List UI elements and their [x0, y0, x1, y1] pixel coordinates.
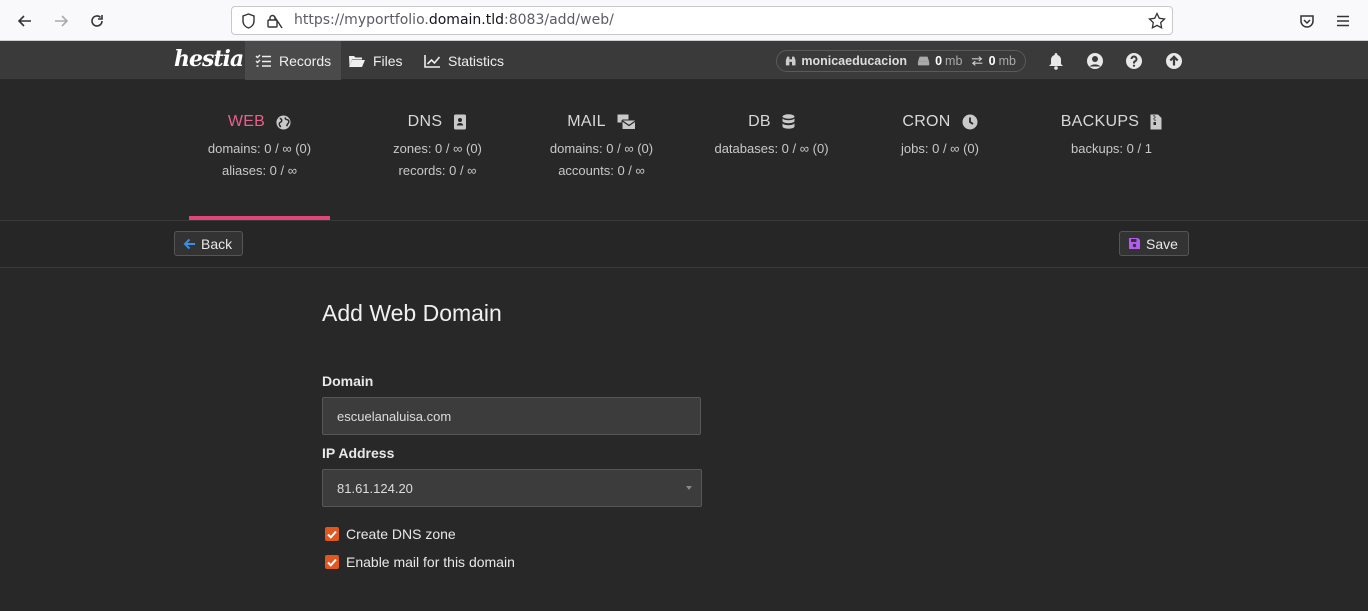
tab-cron-title: CRON: [902, 113, 951, 130]
url-suffix: :8083/add/web/: [504, 12, 614, 28]
arrow-left-icon: [17, 15, 31, 27]
list-check-icon: [255, 54, 271, 67]
hestia-logo[interactable]: hestia: [174, 46, 244, 72]
folder-open-icon: [349, 55, 365, 67]
pocket-icon: [1300, 15, 1314, 28]
create-dns-zone-option[interactable]: Create DNS zone: [325, 526, 456, 542]
database-icon: [782, 114, 795, 129]
tab-backups-title: BACKUPS: [1060, 113, 1140, 130]
tab-web-title: WEB: [227, 113, 266, 130]
enable-mail-label: Enable mail for this domain: [346, 554, 515, 570]
top-navigation: hestia Records Files Statistics monicaed…: [0, 41, 1368, 80]
nav-files[interactable]: Files: [338, 41, 413, 80]
bandwidth-usage-value: 0: [988, 54, 996, 68]
question-circle-icon: [1126, 53, 1142, 69]
active-tab-indicator: [189, 216, 330, 220]
stats-panel: WEB domains: 0 / ∞ (0) aliases: 0 / ∞ DN…: [0, 80, 1368, 221]
disk-usage-value: 0: [935, 54, 943, 68]
exchange-icon: [972, 56, 983, 66]
globe-icon: [276, 114, 291, 130]
tab-dns[interactable]: DNS zones: 0 / ∞ (0) records: 0 / ∞: [365, 80, 510, 221]
page-title: Add Web Domain: [322, 300, 502, 326]
tab-db-databases: databases: 0 / ∞ (0): [714, 141, 829, 156]
user-profile-button[interactable]: [1086, 52, 1104, 70]
tab-dns-title: DNS: [407, 113, 443, 130]
action-toolbar: Back Save: [0, 221, 1368, 268]
file-archive-icon: [1150, 114, 1162, 130]
tab-mail[interactable]: MAIL domains: 0 / ∞ (0) accounts: 0 / ∞: [530, 80, 673, 221]
dropdown-caret-icon: [686, 486, 692, 490]
enable-mail-checkbox[interactable]: [325, 555, 339, 569]
nav-records-label: Records: [279, 52, 332, 69]
star-icon[interactable]: [1148, 12, 1166, 30]
arrow-right-icon: [55, 15, 69, 27]
browser-back-button[interactable]: [13, 9, 37, 33]
tab-mail-domains: domains: 0 / ∞ (0): [549, 141, 654, 156]
browser-menu-button[interactable]: [1331, 9, 1355, 33]
back-button-label: Back: [201, 235, 233, 252]
browser-toolbar: https://myportfolio.domain.tld:8083/add/…: [0, 0, 1368, 41]
updates-button[interactable]: [1165, 52, 1183, 70]
domain-input-value: escuelanaluisa.com: [337, 408, 452, 424]
tab-dns-records: records: 0 / ∞: [398, 163, 477, 178]
tab-cron-jobs: jobs: 0 / ∞ (0): [901, 141, 979, 156]
tab-dns-zones: zones: 0 / ∞ (0): [393, 141, 482, 156]
create-dns-zone-label: Create DNS zone: [346, 526, 456, 542]
lock-warning-icon: [267, 14, 283, 29]
notifications-button[interactable]: [1047, 52, 1065, 70]
bell-icon: [1049, 53, 1063, 70]
nav-files-label: Files: [373, 52, 403, 69]
arrow-left-icon: [183, 238, 195, 249]
url-domain: domain.tld: [428, 12, 505, 28]
back-button[interactable]: Back: [174, 231, 243, 256]
reload-icon: [91, 15, 103, 27]
browser-forward-button[interactable]: [49, 9, 73, 33]
disk-usage-unit: mb: [945, 54, 963, 68]
binoculars-icon: [785, 56, 796, 66]
arrow-circle-up-icon: [1166, 53, 1182, 69]
browser-reload-button[interactable]: [85, 9, 109, 33]
address-book-icon: [454, 114, 467, 130]
nav-statistics[interactable]: Statistics: [414, 41, 514, 80]
tab-mail-title: MAIL: [567, 113, 606, 130]
bandwidth-usage-unit: mb: [998, 54, 1016, 68]
nav-records[interactable]: Records: [245, 41, 342, 80]
ip-address-select-value: 81.61.124.20: [337, 480, 413, 496]
user-usage-pill[interactable]: monicaeducacion 0 mb 0 mb: [776, 50, 1026, 72]
ip-address-select[interactable]: 81.61.124.20: [322, 469, 702, 507]
hamburger-icon: [1337, 15, 1349, 27]
mail-bulk-icon: [617, 114, 636, 130]
tab-backups[interactable]: BACKUPS backups: 0 / 1: [1050, 80, 1173, 221]
save-button-label: Save: [1146, 235, 1178, 252]
checkmark-icon: [327, 558, 337, 567]
tab-web-aliases: aliases: 0 / ∞: [221, 163, 298, 178]
domain-label: Domain: [322, 373, 374, 389]
tab-backups-count: backups: 0 / 1: [1071, 141, 1152, 156]
tab-web[interactable]: WEB domains: 0 / ∞ (0) aliases: 0 / ∞: [189, 80, 330, 221]
enable-mail-option[interactable]: Enable mail for this domain: [325, 554, 515, 570]
url-text: https://myportfolio.domain.tld:8083/add/…: [294, 12, 614, 28]
pocket-button[interactable]: [1295, 9, 1319, 33]
tab-cron[interactable]: CRON jobs: 0 / ∞ (0): [890, 80, 990, 221]
ip-address-label: IP Address: [322, 445, 395, 461]
help-button[interactable]: [1125, 52, 1143, 70]
shield-icon: [242, 13, 255, 29]
nav-statistics-label: Statistics: [448, 52, 505, 69]
url-prefix: https://myportfolio.: [294, 12, 429, 28]
username: monicaeducacion: [801, 54, 907, 68]
checkmark-icon: [327, 530, 337, 539]
tab-db[interactable]: DB databases: 0 / ∞ (0): [710, 80, 833, 221]
url-bar[interactable]: https://myportfolio.domain.tld:8083/add/…: [231, 6, 1173, 35]
hdd-icon: [917, 56, 930, 66]
tab-web-domains: domains: 0 / ∞ (0): [207, 141, 312, 156]
create-dns-zone-checkbox[interactable]: [325, 527, 339, 541]
save-icon: [1129, 238, 1140, 249]
clock-icon: [962, 114, 978, 130]
chart-line-icon: [424, 54, 441, 68]
user-circle-icon: [1087, 53, 1103, 69]
save-button[interactable]: Save: [1119, 231, 1189, 256]
tab-mail-accounts: accounts: 0 / ∞: [558, 163, 645, 178]
domain-input[interactable]: escuelanaluisa.com: [322, 397, 701, 435]
tab-db-title: DB: [748, 113, 771, 130]
